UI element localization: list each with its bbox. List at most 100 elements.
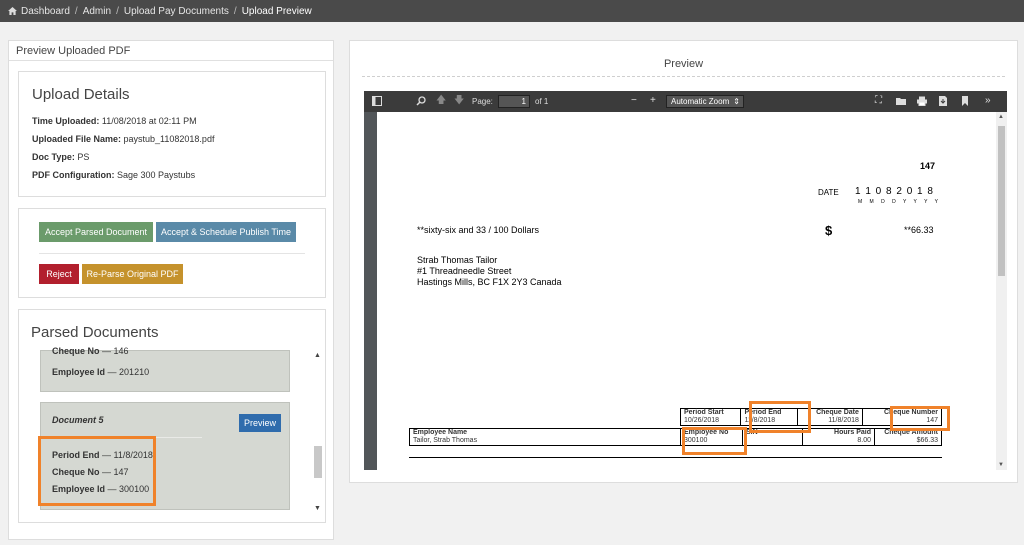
breadcrumb-separator: / (74, 5, 78, 17)
accept-parsed-document-button[interactable]: Accept Parsed Document (39, 222, 153, 242)
pdf-page: 147 DATE 1 1 0 8 2 0 1 8 M M D D Y Y Y Y… (377, 112, 996, 470)
scroll-down-icon[interactable]: ▼ (314, 505, 321, 512)
payee-city: Hastings Mills, BC F1X 2Y3 Canada (417, 277, 562, 287)
pdf-config-row: PDF Configuration: Sage 300 Paystubs (32, 170, 312, 180)
breadcrumb-upload-preview: Upload Preview (241, 5, 312, 17)
period-start-label: Period Start (684, 409, 724, 416)
breadcrumb-separator: / (116, 5, 119, 17)
pdf-config-label: PDF Configuration: (32, 170, 115, 180)
doc4-employee-id: Employee Id — 201210 (52, 367, 149, 377)
upload-details-title: Upload Details (32, 86, 130, 103)
page-number-input[interactable]: 1 (498, 95, 530, 108)
employee-id-label: Employee Id (52, 367, 106, 377)
actions-card: Accept Parsed Document Accept & Schedule… (18, 208, 326, 298)
presentation-mode-icon[interactable]: ⛶ (875, 96, 882, 106)
preview-panel: Preview 🡅 🡇 Page: 1 of 1 − + Automatic Z… (349, 40, 1018, 483)
period-start-value: 10/26/2018 (684, 417, 720, 424)
hours-paid-value: 8.00 (857, 437, 871, 444)
dash: — (102, 346, 112, 356)
file-name-value: paystub_11082018.pdf (123, 134, 215, 144)
hours-paid-cell: Hours Paid 8.00 (802, 428, 875, 446)
tools-menu-icon[interactable]: » (985, 96, 991, 106)
date-format: M M D D Y Y Y Y (858, 199, 941, 205)
employee-no-highlight (682, 427, 747, 455)
panel-header: Preview Uploaded PDF (9, 41, 333, 61)
stub-bottom-rule (409, 457, 942, 458)
accept-schedule-publish-button[interactable]: Accept & Schedule Publish Time (156, 222, 296, 242)
pdf-scrollbar[interactable]: ▲ ▼ (996, 112, 1007, 470)
document-5-title: Document 5 (52, 415, 104, 425)
time-uploaded-value: 11/08/2018 at 02:11 PM (101, 116, 197, 126)
time-uploaded-row: Time Uploaded: 11/08/2018 at 02:11 PM (32, 116, 312, 126)
employee-name-cell: Employee Name Tailor, Strab Thomas (409, 428, 681, 446)
breadcrumb-upload-pay-documents[interactable]: Upload Pay Documents (124, 6, 229, 17)
hours-paid-label: Hours Paid (834, 429, 871, 436)
scroll-up-icon[interactable]: ▲ (314, 352, 321, 359)
scroll-thumb[interactable] (998, 126, 1005, 276)
zoom-value: Automatic Zoom (671, 97, 730, 106)
pdf-config-value: Sage 300 Paystubs (117, 170, 196, 180)
breadcrumb-dashboard[interactable]: Dashboard (21, 6, 70, 17)
cheque-date-label: Cheque Date (816, 409, 859, 416)
doc4-cheque-no: Cheque No — 146 (52, 346, 129, 356)
stub-employee-table: Employee Name Tailor, Strab Thomas Employ… (409, 428, 942, 446)
time-uploaded-label: Time Uploaded: (32, 116, 100, 126)
pdf-viewer: 🡅 🡇 Page: 1 of 1 − + Automatic Zoom ⇕ ⛶ … (364, 91, 1007, 470)
zoom-in-icon[interactable]: + (650, 96, 656, 106)
employee-name-label: Employee Name (413, 429, 468, 436)
dash: — (107, 367, 117, 377)
zoom-select[interactable]: Automatic Zoom ⇕ (666, 95, 744, 108)
date-label: DATE (818, 188, 839, 197)
breadcrumb: Dashboard / Admin / Upload Pay Documents… (0, 0, 1024, 22)
sidebar-toggle-icon[interactable] (372, 96, 382, 109)
cheque-amount-cell: Cheque Amount $66.33 (874, 428, 942, 446)
doc-type-value: PS (77, 152, 90, 162)
cheque-amount-value: $66.33 (916, 437, 938, 444)
search-icon[interactable] (416, 96, 426, 109)
scroll-thumb[interactable] (314, 446, 322, 478)
open-file-icon[interactable] (896, 96, 906, 109)
cheque-amount: **66.33 (904, 225, 934, 235)
home-icon[interactable] (8, 7, 17, 15)
bookmark-icon[interactable] (960, 96, 970, 109)
scroll-down-icon[interactable]: ▼ (998, 462, 1004, 468)
reject-button[interactable]: Reject (39, 264, 79, 284)
employee-id-value: 201210 (119, 367, 150, 377)
preview-title: Preview (362, 51, 1005, 77)
dollar-sign: $ (825, 223, 833, 238)
download-icon[interactable] (938, 96, 948, 109)
cheque-no-label: Cheque No (52, 346, 100, 356)
cheque-number: 147 (920, 161, 936, 171)
parsed-documents-title: Parsed Documents (31, 324, 159, 341)
pdf-toolbar: 🡅 🡇 Page: 1 of 1 − + Automatic Zoom ⇕ ⛶ … (364, 91, 1007, 112)
upload-details-card: Upload Details Time Uploaded: 11/08/2018… (18, 71, 326, 197)
select-arrows-icon: ⇕ (733, 97, 740, 106)
employee-name-value: Tailor, Strab Thomas (413, 437, 478, 444)
page-total: of 1 (535, 97, 549, 106)
zoom-out-icon[interactable]: − (631, 96, 637, 106)
doc-type-row: Doc Type: PS (32, 152, 312, 162)
parsed-documents-scrollbar[interactable]: ▲ ▼ (313, 350, 323, 514)
cheque-number-highlight (890, 406, 950, 431)
print-icon[interactable] (917, 96, 927, 109)
divider (39, 253, 305, 254)
reparse-original-pdf-button[interactable]: Re-Parse Original PDF (82, 264, 183, 284)
document-4-card: Cheque No — 146 Employee Id — 201210 (40, 346, 290, 392)
file-name-row: Uploaded File Name: paystub_11082018.pdf (32, 134, 312, 144)
amount-in-words: **sixty-six and 33 / 100 Dollars (417, 225, 540, 235)
next-page-icon[interactable]: 🡇 (454, 96, 464, 106)
cheque-no-value: 146 (113, 346, 129, 356)
parsed-fields-highlight (38, 436, 156, 506)
breadcrumb-separator: / (233, 5, 237, 17)
period-end-highlight (749, 401, 811, 433)
payee-street: #1 Threadneedle Street (417, 266, 512, 276)
previous-page-icon[interactable]: 🡅 (436, 96, 446, 106)
period-start-cell: Period Start 10/26/2018 (679, 408, 742, 426)
page-label: Page: (472, 97, 493, 106)
scroll-up-icon[interactable]: ▲ (998, 114, 1004, 120)
breadcrumb-admin[interactable]: Admin (83, 6, 111, 17)
file-name-label: Uploaded File Name: (32, 134, 122, 144)
preview-button[interactable]: Preview (239, 414, 281, 432)
date-digits: 1 1 0 8 2 0 1 8 (855, 186, 934, 197)
doc-type-label: Doc Type: (32, 152, 75, 162)
